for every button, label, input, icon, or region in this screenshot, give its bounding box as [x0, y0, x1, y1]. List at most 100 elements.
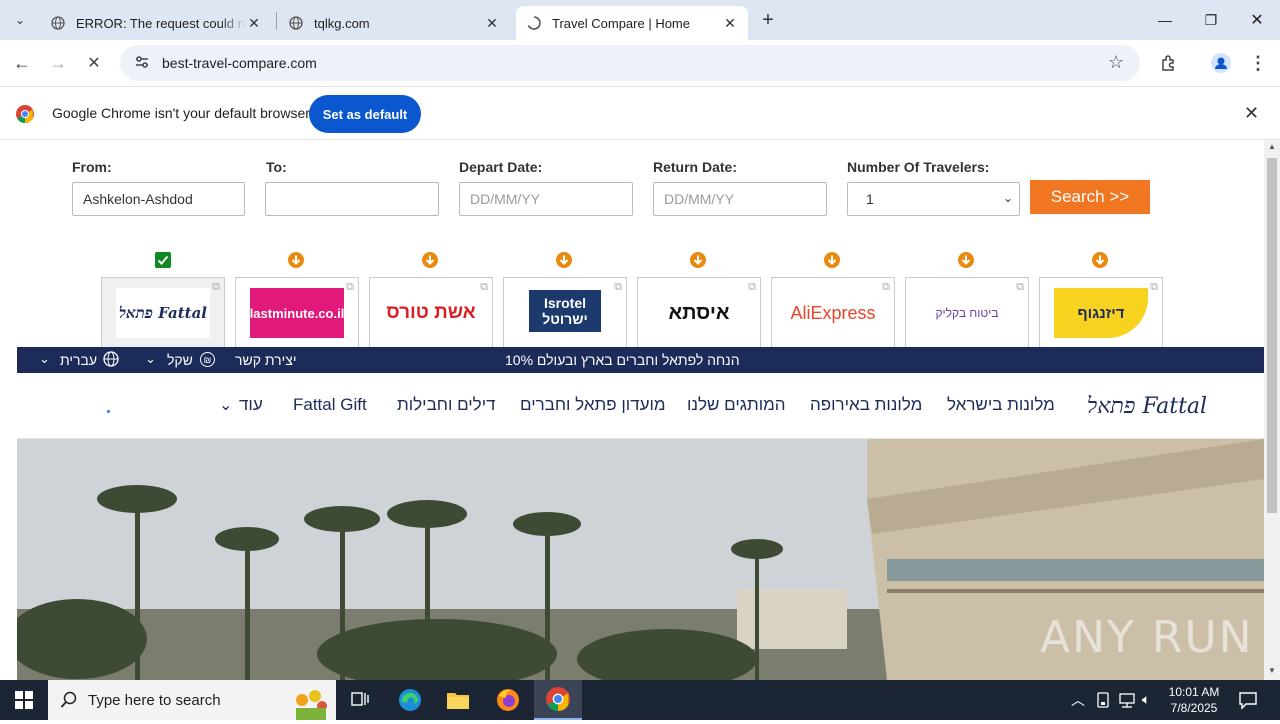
- windows-start-icon[interactable]: [0, 680, 48, 720]
- arrow-down-circle-icon[interactable]: [288, 252, 304, 268]
- restore-button[interactable]: ❐: [1188, 0, 1234, 40]
- nav-hotels-europe[interactable]: מלונות באירופה: [810, 395, 922, 415]
- nav-deals[interactable]: דילים וחבילות: [397, 395, 496, 415]
- provider-card-fattal[interactable]: ⧉ פתאל Fattal: [101, 277, 225, 349]
- from-input[interactable]: Ashkelon-Ashdod: [72, 182, 245, 216]
- search-highlight-flowers-icon: [288, 686, 332, 720]
- nav-club[interactable]: מועדון פתאל וחברים: [520, 395, 666, 415]
- promo-text: 10% הנחה לפתאל וחברים בארץ ובעולם: [505, 352, 740, 368]
- tab-tqlkg[interactable]: tqlkg.com ✕: [278, 6, 510, 40]
- address-bar[interactable]: best-travel-compare.com: [120, 45, 1140, 81]
- bookmark-star-icon[interactable]: ☆: [1108, 52, 1124, 73]
- nav-fattal-gift[interactable]: Fattal Gift: [293, 395, 367, 415]
- external-link-icon[interactable]: ⧉: [1150, 281, 1158, 294]
- close-tab-icon[interactable]: ✕: [484, 15, 500, 31]
- system-clock[interactable]: 10:01 AM 7/8/2025: [1168, 684, 1220, 716]
- provider-card-aliexpress[interactable]: ⧉ AliExpress: [771, 277, 895, 349]
- return-date-input[interactable]: DD/MM/YY: [653, 182, 827, 216]
- provider-logo: AliExpress: [790, 302, 876, 323]
- search-button[interactable]: Search >>: [1030, 180, 1150, 214]
- chevron-down-icon[interactable]: ⌄: [145, 351, 156, 367]
- set-default-button[interactable]: Set as default: [309, 95, 421, 133]
- tab-travel-compare[interactable]: Travel Compare | Home ✕: [516, 6, 748, 40]
- provider-card-lastminute[interactable]: ⧉ lastminute.co.il: [235, 277, 359, 349]
- return-date-label: Return Date:: [653, 159, 738, 175]
- arrow-down-circle-icon[interactable]: [1092, 252, 1108, 268]
- edge-browser-icon[interactable]: [386, 680, 434, 720]
- nav-hotels-israel[interactable]: מלונות בישראל: [947, 395, 1055, 415]
- provider-card-isrotel[interactable]: ⧉ Isrotel ישרוטל: [503, 277, 627, 349]
- forward-button[interactable]: →: [42, 47, 74, 79]
- close-tab-icon[interactable]: ✕: [722, 15, 738, 31]
- arrow-down-circle-icon[interactable]: [958, 252, 974, 268]
- provider-logo: lastminute.co.il: [250, 288, 344, 338]
- chrome-logo-icon: [16, 105, 34, 128]
- chevron-down-icon[interactable]: ⌄: [39, 351, 50, 367]
- chrome-taskbar-icon[interactable]: [534, 680, 582, 720]
- network-icon[interactable]: [1118, 692, 1136, 713]
- shekel-icon: ₪: [200, 352, 215, 367]
- tab-search-button[interactable]: ⌄: [8, 8, 32, 32]
- show-hidden-icons-icon[interactable]: ︿: [1071, 690, 1085, 710]
- provider-logo: אשת טורס: [386, 302, 476, 323]
- external-link-icon[interactable]: ⧉: [480, 281, 488, 294]
- new-tab-button[interactable]: +: [756, 8, 780, 32]
- url-text: best-travel-compare.com: [162, 55, 317, 71]
- arrow-down-circle-icon[interactable]: [824, 252, 840, 268]
- arrow-down-circle-icon[interactable]: [422, 252, 438, 268]
- nav-more[interactable]: עוד: [239, 395, 263, 415]
- arrow-down-circle-icon[interactable]: [556, 252, 572, 268]
- nav-brands[interactable]: המותגים שלנו: [687, 395, 786, 415]
- travelers-select[interactable]: 1 ⌄: [847, 182, 1020, 216]
- provider-card-issta[interactable]: ⧉ איסתא: [637, 277, 761, 349]
- to-input[interactable]: [265, 182, 439, 216]
- external-link-icon[interactable]: ⧉: [346, 281, 354, 294]
- profile-avatar-icon[interactable]: [1205, 47, 1237, 79]
- from-label: From:: [72, 159, 112, 175]
- language-selector[interactable]: עברית: [60, 352, 97, 368]
- selected-checkbox-icon[interactable]: [155, 252, 171, 268]
- provider-logo: Isrotel ישרוטל: [529, 290, 601, 332]
- external-link-icon[interactable]: ⧉: [614, 281, 622, 294]
- search-placeholder: Type here to search: [88, 691, 221, 709]
- external-link-icon[interactable]: ⧉: [882, 281, 890, 294]
- contact-link[interactable]: יצירת קשר: [235, 352, 296, 368]
- notification-center-icon[interactable]: [1238, 690, 1258, 715]
- firefox-icon[interactable]: [484, 680, 532, 720]
- external-link-icon[interactable]: ⧉: [212, 281, 220, 294]
- minimize-button[interactable]: —: [1142, 0, 1188, 40]
- fattal-logo[interactable]: פתאל Fattal: [1072, 386, 1222, 426]
- external-link-icon[interactable]: ⧉: [1016, 281, 1024, 294]
- clock-time: 10:01 AM: [1168, 685, 1220, 699]
- tab-error[interactable]: ERROR: The request could not b ✕: [40, 6, 272, 40]
- taskbar-search-box[interactable]: Type here to search: [48, 680, 336, 720]
- back-button[interactable]: ←: [6, 47, 38, 79]
- device-icon[interactable]: [1096, 692, 1110, 713]
- to-label: To:: [266, 159, 287, 175]
- arrow-down-circle-icon[interactable]: [690, 252, 706, 268]
- page-scrollbar[interactable]: ▲ ▼: [1264, 140, 1280, 680]
- scroll-up-icon[interactable]: ▲: [1268, 142, 1276, 151]
- file-explorer-icon[interactable]: [434, 680, 482, 720]
- depart-date-input[interactable]: DD/MM/YY: [459, 182, 633, 216]
- extensions-icon[interactable]: [1153, 47, 1185, 79]
- provider-card-dizengof[interactable]: ⧉ דיזנגוף: [1039, 277, 1163, 349]
- stop-loading-button[interactable]: ✕: [78, 47, 110, 79]
- currency-selector[interactable]: שקל: [167, 352, 193, 368]
- search-icon: [60, 691, 78, 713]
- provider-card-eshet[interactable]: ⧉ אשת טורס: [369, 277, 493, 349]
- site-info-icon[interactable]: [134, 55, 150, 72]
- volume-icon[interactable]: 🔈︎: [1142, 691, 1150, 708]
- anyrun-watermark: ANY RUN: [1040, 612, 1254, 663]
- task-view-icon[interactable]: [336, 680, 384, 720]
- close-infobar-icon[interactable]: ✕: [1244, 103, 1259, 124]
- external-link-icon[interactable]: ⧉: [748, 281, 756, 294]
- menu-kebab-icon[interactable]: ⋮: [1242, 47, 1274, 79]
- scrollbar-thumb[interactable]: [1267, 158, 1277, 513]
- provider-card-bituach-beklik[interactable]: ⧉ ביטוח בקליק: [905, 277, 1029, 349]
- close-window-button[interactable]: ✕: [1234, 0, 1280, 40]
- chevron-down-icon[interactable]: ⌄: [219, 395, 232, 415]
- clock-date: 7/8/2025: [1170, 701, 1218, 715]
- close-tab-icon[interactable]: ✕: [246, 15, 262, 31]
- scroll-down-icon[interactable]: ▼: [1268, 666, 1276, 675]
